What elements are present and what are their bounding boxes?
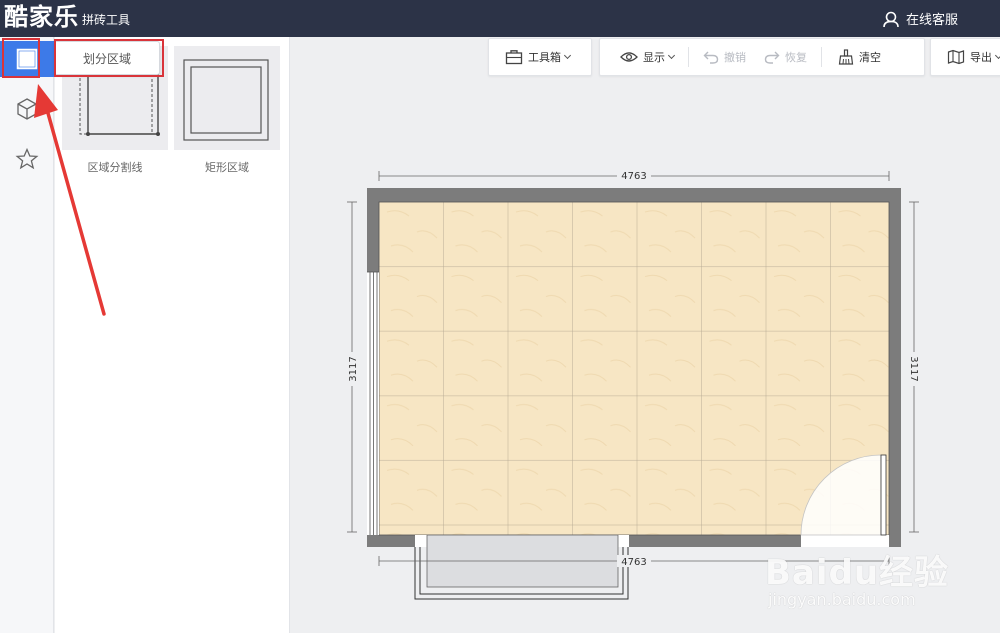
watermark-url: jingyan.baidu.com xyxy=(768,590,916,609)
annotation-arrow xyxy=(34,84,106,316)
watermark-logo: Baidu经验 xyxy=(765,553,950,593)
